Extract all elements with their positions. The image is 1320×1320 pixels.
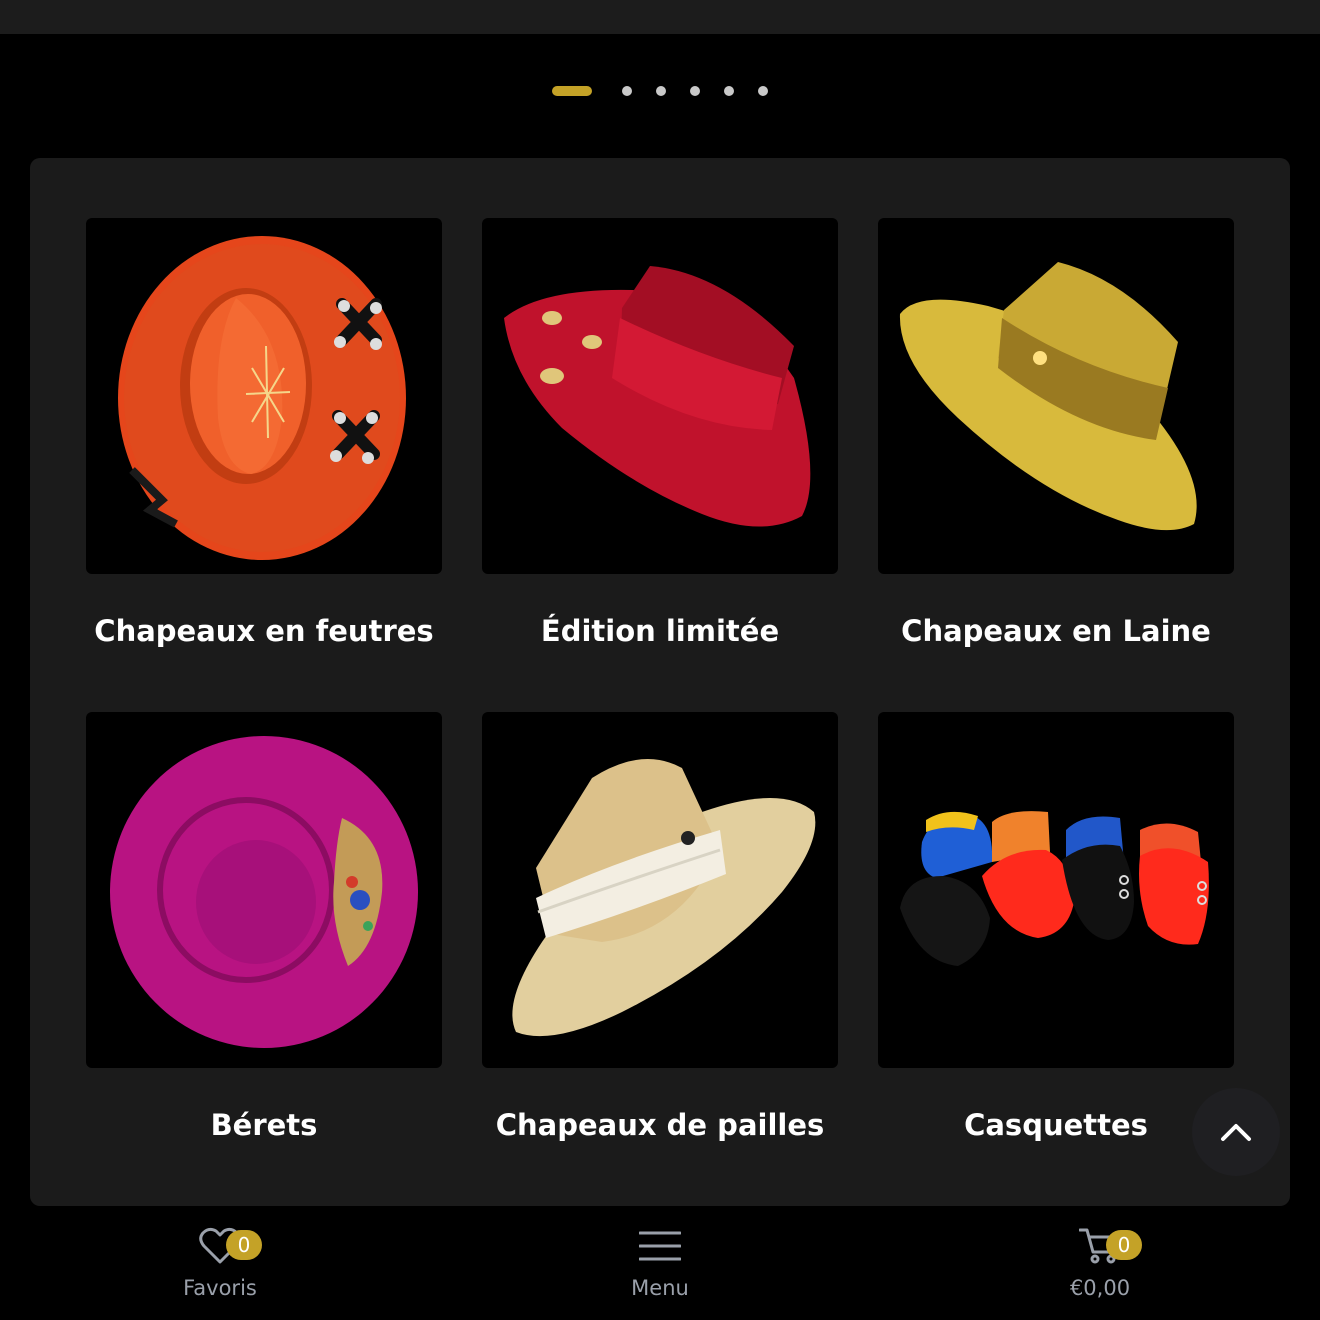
caps-image[interactable]: [878, 712, 1234, 1068]
category-label: Édition limitée: [540, 614, 780, 648]
carousel-dot-2[interactable]: [622, 86, 632, 96]
category-label: Chapeaux en feutres: [94, 614, 434, 648]
carousel-pagination: [0, 85, 1320, 97]
chevron-up-icon: [1221, 1124, 1251, 1141]
nav-label-menu: Menu: [631, 1276, 689, 1300]
category-label: Bérets: [210, 1108, 318, 1142]
bottom-navigation: 0 Favoris Menu 0 €0,00: [0, 1206, 1320, 1320]
favorites-count-badge: 0: [226, 1230, 262, 1260]
category-card-caps[interactable]: Casquettes: [878, 712, 1234, 1142]
category-card-straw-hats[interactable]: Chapeaux de pailles: [482, 712, 838, 1142]
hamburger-icon: [639, 1231, 681, 1261]
carousel-dot-1[interactable]: [552, 86, 592, 96]
carousel-dot-3[interactable]: [656, 86, 666, 96]
cart-count-badge: 0: [1106, 1230, 1142, 1260]
yellow-wool-hat-image[interactable]: [878, 218, 1234, 574]
scroll-to-top-button[interactable]: [1192, 1088, 1280, 1176]
carousel-dot-4[interactable]: [690, 86, 700, 96]
nav-cart[interactable]: 0 €0,00: [1020, 1224, 1180, 1300]
category-card-berets[interactable]: Bérets: [86, 712, 442, 1142]
category-card-wool-hats[interactable]: Chapeaux en Laine: [878, 218, 1234, 648]
category-label: Casquettes: [964, 1108, 1148, 1142]
nav-label-favoris: Favoris: [183, 1276, 257, 1300]
orange-felt-hat-image[interactable]: [86, 218, 442, 574]
category-label: Chapeaux en Laine: [901, 614, 1211, 648]
carousel-dot-6[interactable]: [758, 86, 768, 96]
category-card-limited-edition[interactable]: Édition limitée: [482, 218, 838, 648]
straw-hat-image[interactable]: [482, 712, 838, 1068]
magenta-beret-image[interactable]: [86, 712, 442, 1068]
nav-menu[interactable]: Menu: [580, 1224, 740, 1300]
carousel-dot-5[interactable]: [724, 86, 734, 96]
top-bar: [0, 0, 1320, 34]
red-boater-hat-image[interactable]: [482, 218, 838, 574]
nav-favoris[interactable]: 0 Favoris: [140, 1224, 300, 1300]
category-panel: Chapeaux en feutres Édition limitée Chap…: [30, 158, 1290, 1206]
category-label: Chapeaux de pailles: [495, 1108, 825, 1142]
category-card-felt-hats[interactable]: Chapeaux en feutres: [86, 218, 442, 648]
cart-total: €0,00: [1069, 1276, 1131, 1300]
